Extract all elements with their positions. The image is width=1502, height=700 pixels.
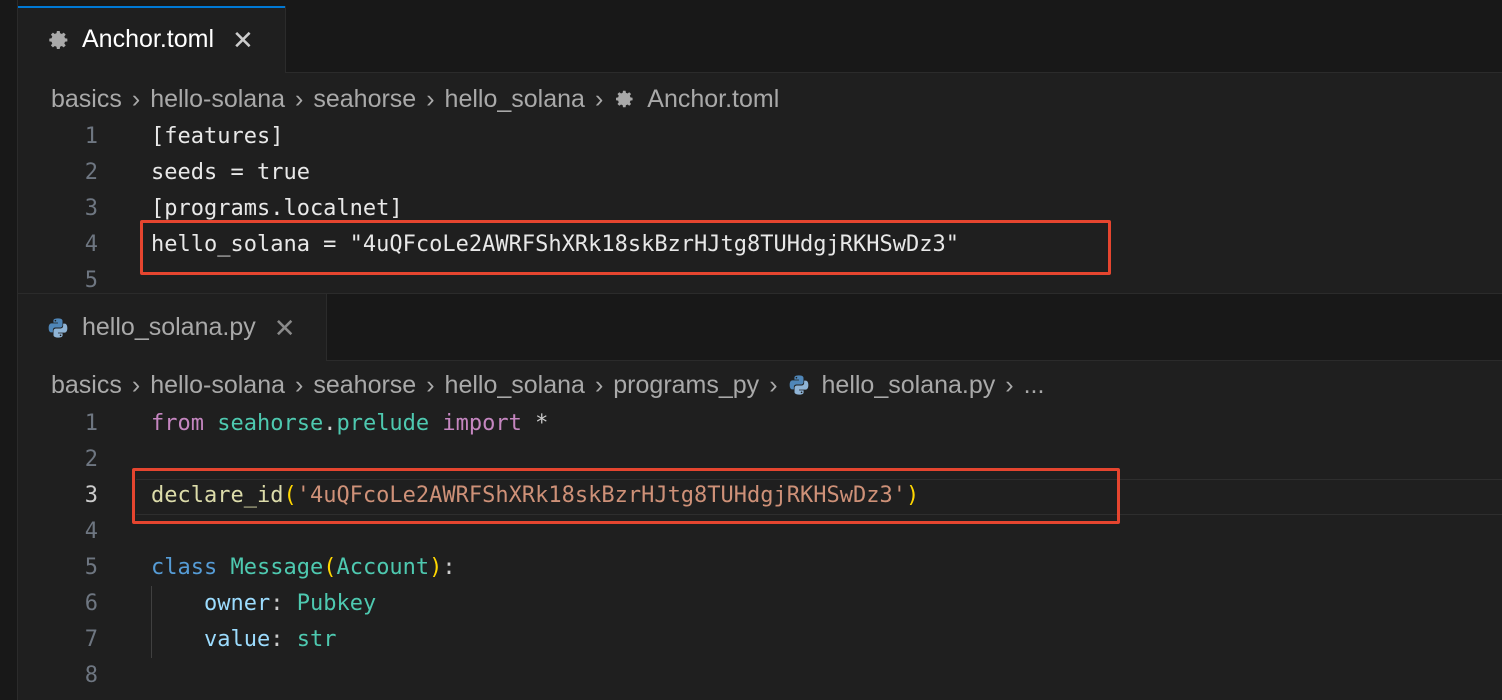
code-line: 8 xyxy=(18,658,1502,694)
tab-anchor-toml[interactable]: Anchor.toml ✕ xyxy=(18,6,286,73)
close-icon[interactable]: ✕ xyxy=(232,27,254,53)
breadcrumb-item[interactable]: seahorse xyxy=(313,371,416,400)
code-line: 6 owner: Pubkey xyxy=(18,586,1502,622)
chevron-right-icon: › xyxy=(594,370,604,399)
chevron-right-icon: › xyxy=(131,84,141,113)
line-number: 2 xyxy=(84,160,98,185)
python-icon xyxy=(46,316,70,340)
code-text: from seahorse.prelude import * xyxy=(151,411,549,436)
tab-label: Anchor.toml xyxy=(82,25,215,53)
code-line: 1 from seahorse.prelude import * xyxy=(18,406,1502,442)
breadcrumb-item[interactable]: basics xyxy=(51,371,122,400)
tab-bar-top: Anchor.toml ✕ xyxy=(18,6,1502,73)
code-text: class Message(Account): xyxy=(151,555,456,580)
chevron-right-icon: › xyxy=(295,84,304,113)
code-line: 1 [features] xyxy=(18,119,1502,155)
breadcrumb-item-current[interactable]: Anchor.toml xyxy=(647,85,779,114)
code-line: 5 class Message(Account): xyxy=(18,550,1502,586)
editor-group-bottom: hello_solana.py ✕ basics › hello-solana … xyxy=(18,294,1502,700)
chevron-right-icon: › xyxy=(426,370,435,399)
highlight-box-program-id xyxy=(140,220,1111,275)
breadcrumb-item[interactable]: hello-solana xyxy=(150,85,285,114)
chevron-right-icon: › xyxy=(426,84,435,113)
python-icon xyxy=(788,374,810,396)
breadcrumb-item[interactable]: programs_py xyxy=(613,371,759,400)
close-icon[interactable]: ✕ xyxy=(274,315,296,341)
breadcrumb: basics › hello-solana › seahorse › hello… xyxy=(51,82,779,116)
code-text: value: str xyxy=(203,627,337,652)
line-number: 6 xyxy=(84,591,98,616)
line-number: 8 xyxy=(84,663,98,688)
line-number: 3 xyxy=(84,196,98,221)
code-text: seeds = true xyxy=(151,160,310,185)
chevron-right-icon: › xyxy=(1005,370,1014,399)
line-number: 3 xyxy=(84,483,98,508)
gear-icon xyxy=(46,28,70,52)
line-number: 2 xyxy=(84,447,98,472)
code-text: owner: Pubkey xyxy=(203,591,377,616)
breadcrumb-item[interactable]: seahorse xyxy=(313,85,416,114)
chevron-right-icon: › xyxy=(295,370,304,399)
tab-label: hello_solana.py xyxy=(82,313,256,341)
line-number: 4 xyxy=(84,519,98,544)
breadcrumb-item[interactable]: hello_solana xyxy=(445,85,585,114)
breadcrumb-item[interactable]: hello_solana xyxy=(445,371,585,400)
line-number: 1 xyxy=(84,124,98,149)
tab-bar-bottom: hello_solana.py ✕ xyxy=(18,294,1502,361)
chevron-right-icon: › xyxy=(594,84,604,113)
line-number: 4 xyxy=(84,232,98,257)
activity-bar-edge xyxy=(0,0,18,700)
tab-hello-solana-py[interactable]: hello_solana.py ✕ xyxy=(18,294,327,361)
code-line: 2 seeds = true xyxy=(18,155,1502,191)
line-number: 5 xyxy=(84,555,98,580)
code-line: 7 value: str xyxy=(18,622,1502,658)
breadcrumb-item-current[interactable]: hello_solana.py xyxy=(822,371,996,400)
code-text: [features] xyxy=(151,124,284,149)
editor-group-top: Anchor.toml ✕ basics › hello-solana › se… xyxy=(18,6,1502,293)
gear-icon xyxy=(613,88,635,110)
line-number: 7 xyxy=(84,627,98,652)
vscode-window: Anchor.toml ✕ basics › hello-solana › se… xyxy=(0,0,1502,700)
line-number: 5 xyxy=(84,268,98,293)
breadcrumb-item[interactable]: hello-solana xyxy=(150,371,285,400)
highlight-box-declare-id xyxy=(132,468,1120,524)
breadcrumb-item[interactable]: basics xyxy=(51,85,122,114)
breadcrumb-more[interactable]: ... xyxy=(1024,371,1045,400)
line-number: 1 xyxy=(84,411,98,436)
chevron-right-icon: › xyxy=(769,370,778,399)
breadcrumb: basics › hello-solana › seahorse › hello… xyxy=(51,368,1044,402)
chevron-right-icon: › xyxy=(131,370,141,399)
